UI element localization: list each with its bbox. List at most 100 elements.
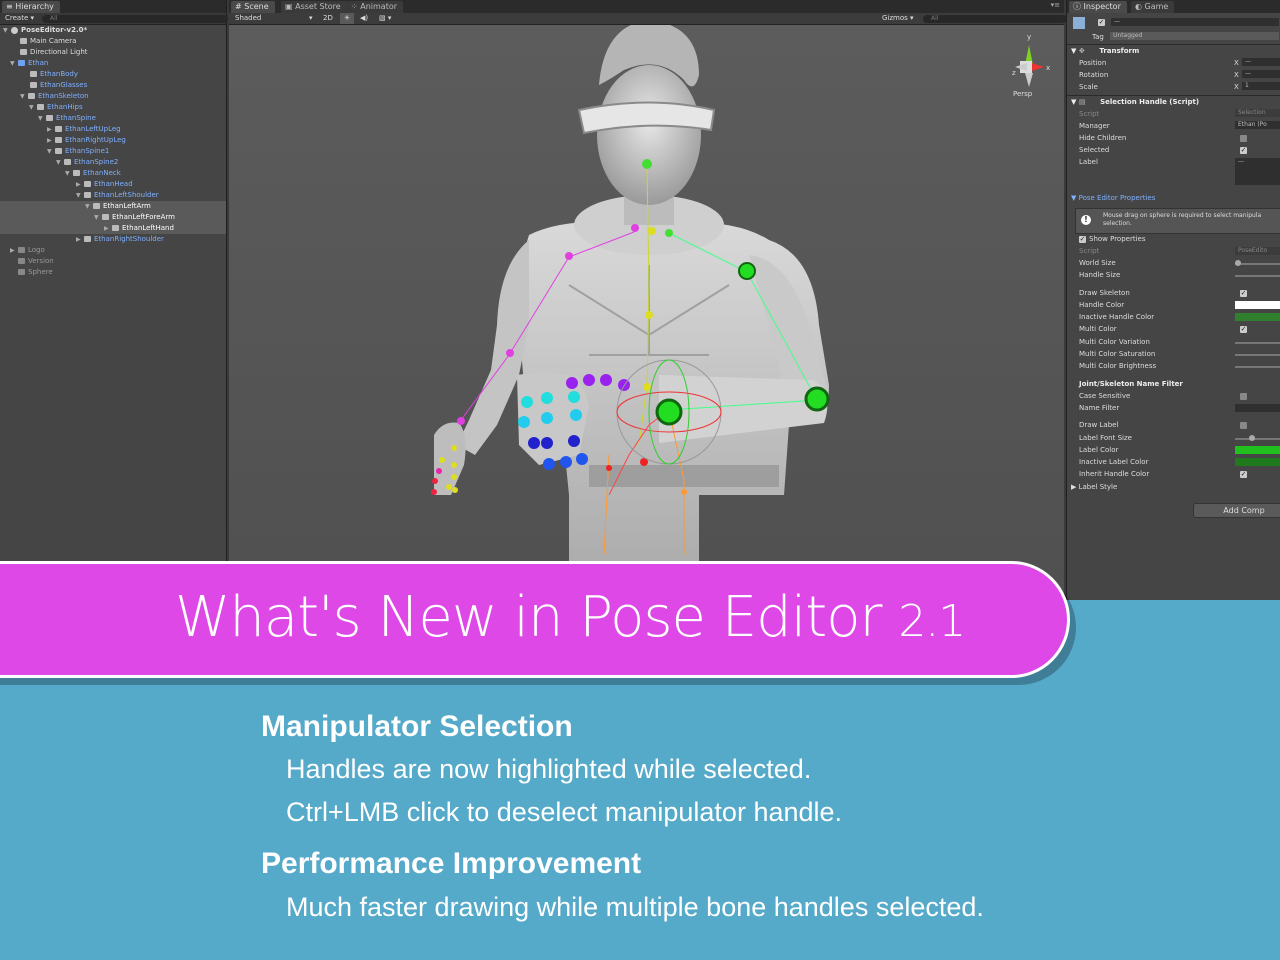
handle-sphere[interactable] — [451, 462, 457, 468]
handle-sphere[interactable] — [642, 159, 652, 169]
handle-sphere[interactable] — [528, 437, 540, 449]
handle-sphere-selected[interactable] — [738, 262, 756, 280]
tab-animator[interactable]: ⁘ Animator — [347, 1, 404, 13]
tree-item-ethanleftarm[interactable]: ▼ EthanLeftArm — [0, 201, 226, 212]
brightness-slider[interactable] — [1235, 366, 1280, 368]
active-checkbox[interactable]: ✓ — [1098, 19, 1105, 26]
handle-sphere[interactable] — [432, 478, 438, 484]
handle-sphere[interactable] — [560, 456, 572, 468]
handle-sphere[interactable] — [643, 383, 651, 391]
tree-item-ethanlefthand[interactable]: ▶ EthanLeftHand — [0, 223, 226, 234]
tab-scene[interactable]: # Scene — [231, 1, 275, 13]
scene-viewport[interactable]: y x z Persp — [229, 25, 1064, 600]
handle-sphere[interactable] — [583, 374, 595, 386]
handle-sphere[interactable] — [566, 377, 578, 389]
handle-sphere[interactable] — [446, 484, 452, 490]
handle-size-slider[interactable] — [1235, 275, 1280, 277]
font-size-slider[interactable] — [1235, 435, 1280, 441]
create-button[interactable]: Create ▾ — [5, 13, 34, 24]
variation-slider[interactable] — [1235, 342, 1280, 344]
handle-sphere[interactable] — [648, 227, 656, 235]
handle-color-swatch[interactable] — [1235, 301, 1280, 309]
tree-item-ethanleftupleg[interactable]: ▶ EthanLeftUpLeg — [0, 124, 226, 135]
tree-item-ethanrightshoulder[interactable]: ▶ EthanRightShoulder — [0, 234, 226, 245]
tab-game[interactable]: ◐ Game — [1131, 1, 1175, 13]
handle-sphere[interactable] — [568, 435, 580, 447]
scale-x-field[interactable]: 1 — [1242, 82, 1280, 90]
handle-sphere-selected[interactable] — [655, 398, 683, 426]
scene-search-input[interactable]: All — [923, 15, 1067, 23]
transform-header[interactable]: ▼ ✥ Transform — [1071, 47, 1139, 55]
tree-item-ethanskeleton[interactable]: ▼ EthanSkeleton — [0, 91, 226, 102]
handle-sphere[interactable] — [541, 412, 553, 424]
add-component-button[interactable]: Add Comp — [1193, 503, 1280, 518]
tree-item-ethanhips[interactable]: ▼ EthanHips — [0, 102, 226, 113]
handle-sphere[interactable] — [576, 453, 588, 465]
tab-asset-store[interactable]: ▣ Asset Store — [281, 1, 347, 13]
selection-handle-header[interactable]: ▼ ▤ Selection Handle (Script) — [1071, 98, 1199, 106]
mode-2d-toggle[interactable]: 2D — [320, 13, 336, 24]
name-filter-input[interactable] — [1235, 404, 1280, 412]
gizmos-dropdown[interactable]: Gizmos ▾ — [882, 13, 914, 24]
tree-item-ethanhead[interactable]: ▶ EthanHead — [0, 179, 226, 190]
inactive-handle-color-swatch[interactable] — [1235, 313, 1280, 321]
handle-sphere[interactable] — [518, 416, 530, 428]
inherit-handle-color-checkbox[interactable]: ✓ — [1240, 471, 1247, 478]
hierarchy-search-input[interactable]: All — [42, 15, 228, 23]
tree-item-ethanleftshoulder[interactable]: ▼ EthanLeftShoulder — [0, 190, 226, 201]
tree-item-ethanneck[interactable]: ▼ EthanNeck — [0, 168, 226, 179]
label-style-foldout[interactable]: ▶ Label Style — [1071, 483, 1117, 491]
slider-thumb[interactable] — [1249, 435, 1255, 441]
lighting-toggle-icon[interactable]: ☀ — [340, 13, 354, 24]
handle-sphere-selected[interactable] — [804, 386, 830, 412]
tree-item-logo[interactable]: ▶ Logo — [0, 245, 226, 256]
tree-item-version[interactable]: Version — [0, 256, 226, 267]
show-properties-checkbox[interactable]: ✓ — [1079, 236, 1086, 243]
effects-toggle-icon[interactable]: ▧ ▾ — [379, 13, 391, 24]
handle-sphere[interactable] — [665, 229, 673, 237]
handle-sphere[interactable] — [451, 474, 457, 480]
label-textarea[interactable]: — — [1235, 158, 1280, 185]
scene-render[interactable]: y x z Persp — [229, 25, 1064, 600]
handle-sphere[interactable] — [452, 487, 458, 493]
handle-sphere[interactable] — [570, 409, 582, 421]
tab-inspector[interactable]: ⓘ Inspector — [1069, 1, 1127, 13]
hide-children-checkbox[interactable] — [1240, 135, 1247, 142]
tree-item-ethanglasses[interactable]: EthanGlasses — [0, 80, 226, 91]
gameobject-name-field[interactable]: — — [1111, 18, 1279, 26]
handle-sphere[interactable] — [506, 349, 514, 357]
tree-item-sphere[interactable]: Sphere — [0, 267, 226, 278]
handle-sphere[interactable] — [568, 391, 580, 403]
handle-sphere[interactable] — [521, 396, 533, 408]
rotation-x-field[interactable]: — — [1242, 70, 1280, 78]
orientation-gizmo[interactable]: y x z Persp — [1012, 33, 1050, 98]
case-sensitive-checkbox[interactable] — [1240, 393, 1247, 400]
handle-sphere[interactable] — [681, 489, 687, 495]
handle-sphere[interactable] — [457, 417, 465, 425]
tree-item-ethanleftforearm[interactable]: ▼ EthanLeftForeArm — [0, 212, 226, 223]
tree-item-ethanspine1[interactable]: ▼ EthanSpine1 — [0, 146, 226, 157]
inactive-label-color-swatch[interactable] — [1235, 458, 1280, 466]
handle-sphere[interactable] — [439, 457, 445, 463]
handle-sphere[interactable] — [543, 458, 555, 470]
tree-item-main-camera[interactable]: Main Camera — [0, 36, 226, 47]
multi-color-checkbox[interactable]: ✓ — [1240, 326, 1247, 333]
pe-script-field[interactable]: PoseEdito — [1235, 247, 1280, 255]
handle-sphere[interactable] — [431, 489, 437, 495]
shading-mode-dropdown[interactable]: Shaded — [235, 13, 261, 24]
tree-item-ethan[interactable]: ▼ Ethan — [0, 58, 226, 69]
position-x-field[interactable]: — — [1242, 58, 1280, 66]
draw-skeleton-checkbox[interactable]: ✓ — [1240, 290, 1247, 297]
handle-sphere[interactable] — [451, 445, 457, 451]
tree-item-ethanspine2[interactable]: ▼ EthanSpine2 — [0, 157, 226, 168]
tab-hierarchy[interactable]: ≡ Hierarchy — [2, 1, 60, 13]
tree-item-ethanrightupleg[interactable]: ▶ EthanRightUpLeg — [0, 135, 226, 146]
handle-sphere[interactable] — [541, 392, 553, 404]
tree-item-ethanbody[interactable]: EthanBody — [0, 69, 226, 80]
saturation-slider[interactable] — [1235, 354, 1280, 356]
tag-dropdown[interactable]: Untagged — [1110, 32, 1279, 40]
manager-field[interactable]: Ethan (Po — [1235, 121, 1280, 129]
handle-sphere[interactable] — [541, 437, 553, 449]
tree-item-directional-light[interactable]: Directional Light — [0, 47, 226, 58]
handle-sphere[interactable] — [565, 252, 573, 260]
